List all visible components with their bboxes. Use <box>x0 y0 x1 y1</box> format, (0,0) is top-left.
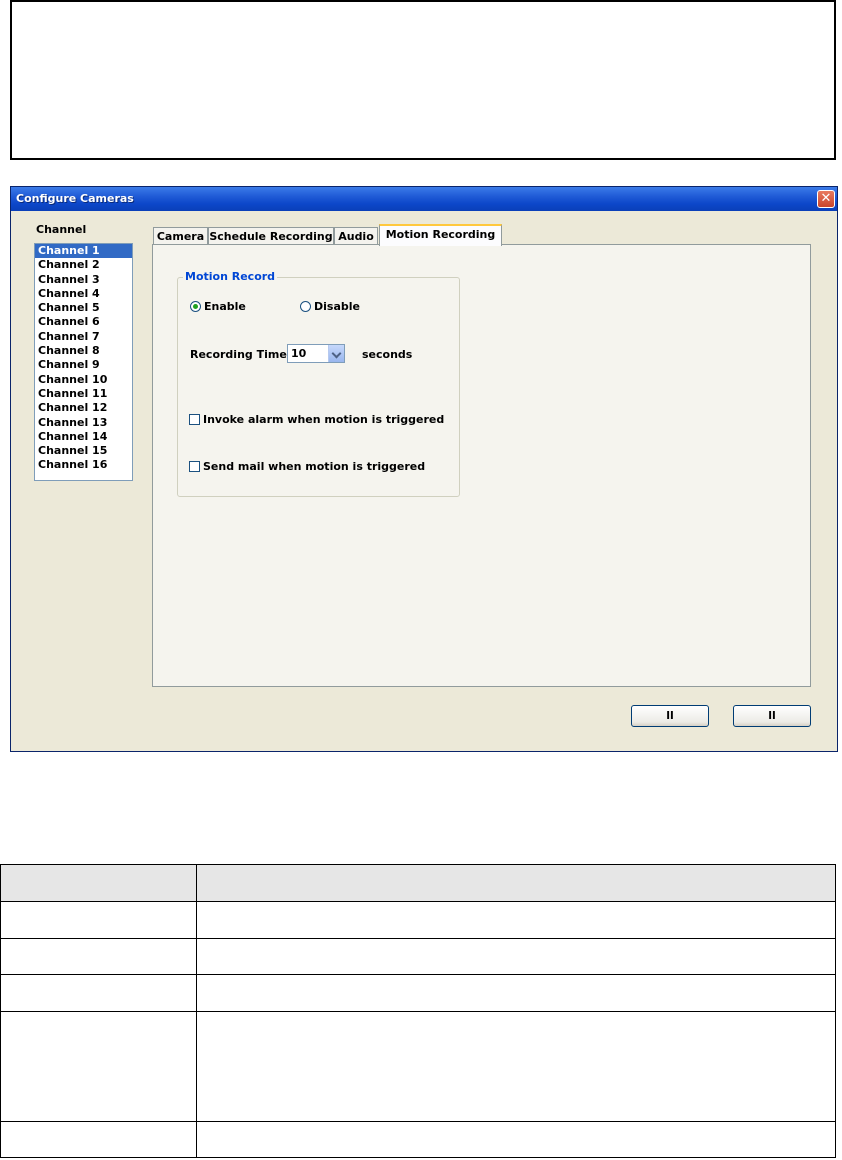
channel-item-2[interactable]: Channel 2 <box>35 258 132 272</box>
channel-item-16[interactable]: Channel 16 <box>35 458 132 472</box>
enable-radio[interactable]: Enable <box>190 300 246 313</box>
disable-label: Disable <box>314 300 360 313</box>
table-cell <box>0 938 197 975</box>
motion-recording-panel: Motion Record Enable Disable Recording T… <box>152 244 811 687</box>
send-mail-label: Send mail when motion is triggered <box>203 460 426 473</box>
tab-camera[interactable]: Camera <box>153 227 208 245</box>
radio-checked-icon <box>190 301 201 312</box>
table-row <box>0 1121 836 1158</box>
table-cell <box>196 1121 836 1158</box>
cancel-button[interactable]: ll <box>733 705 811 727</box>
table-row <box>0 901 836 939</box>
table-cell <box>0 1121 197 1158</box>
table-cell <box>0 864 197 902</box>
channel-item-6[interactable]: Channel 6 <box>35 315 132 329</box>
channel-item-3[interactable]: Channel 3 <box>35 273 132 287</box>
tab-motion-recording[interactable]: Motion Recording <box>379 224 502 246</box>
channel-item-10[interactable]: Channel 10 <box>35 373 132 387</box>
channel-item-7[interactable]: Channel 7 <box>35 330 132 344</box>
close-button[interactable]: ✕ <box>817 190 835 208</box>
motion-record-group: Motion Record Enable Disable Recording T… <box>177 270 460 497</box>
table-cell <box>196 1011 836 1122</box>
titlebar[interactable]: Configure Cameras ✕ <box>11 187 837 211</box>
close-icon: ✕ <box>820 191 832 206</box>
table-row <box>0 938 836 975</box>
table-header-row <box>0 864 836 902</box>
recording-time-label: Recording Time <box>190 348 287 361</box>
recording-time-value: 10 <box>291 347 307 360</box>
table-cell <box>0 1011 197 1122</box>
ok-button[interactable]: ll <box>631 705 709 727</box>
channel-list[interactable]: Channel 1 Channel 2 Channel 3 Channel 4 … <box>34 243 133 481</box>
table-cell <box>196 974 836 1012</box>
channel-item-12[interactable]: Channel 12 <box>35 401 132 415</box>
channel-item-4[interactable]: Channel 4 <box>35 287 132 301</box>
table-cell <box>196 938 836 975</box>
channel-item-9[interactable]: Channel 9 <box>35 358 132 372</box>
enable-label: Enable <box>204 300 246 313</box>
table-cell <box>0 974 197 1012</box>
tab-schedule-recording[interactable]: Schedule Recording <box>208 227 334 245</box>
dialog-title: Configure Cameras <box>16 192 134 205</box>
invoke-alarm-checkbox[interactable]: Invoke alarm when motion is triggered <box>189 413 444 426</box>
table-cell <box>0 901 197 939</box>
seconds-label: seconds <box>362 348 413 361</box>
send-mail-checkbox[interactable]: Send mail when motion is triggered <box>189 460 425 473</box>
table-cell <box>196 864 836 902</box>
description-table <box>0 864 836 1158</box>
channel-label: Channel <box>36 223 87 236</box>
checkbox-icon <box>189 461 200 472</box>
disable-radio[interactable]: Disable <box>300 300 360 313</box>
radio-unchecked-icon <box>300 301 311 312</box>
channel-item-1[interactable]: Channel 1 <box>35 244 132 259</box>
channel-item-13[interactable]: Channel 13 <box>35 416 132 430</box>
configure-cameras-dialog: Configure Cameras ✕ Channel Channel 1 Ch… <box>10 186 838 752</box>
channel-item-8[interactable]: Channel 8 <box>35 344 132 358</box>
channel-item-15[interactable]: Channel 15 <box>35 444 132 458</box>
recording-time-select[interactable]: 10 <box>287 344 345 363</box>
channel-item-14[interactable]: Channel 14 <box>35 430 132 444</box>
top-empty-frame <box>10 0 836 160</box>
motion-record-title: Motion Record <box>183 270 278 283</box>
invoke-alarm-label: Invoke alarm when motion is triggered <box>203 413 445 426</box>
channel-item-5[interactable]: Channel 5 <box>35 301 132 315</box>
table-row <box>0 974 836 1012</box>
chevron-down-icon[interactable] <box>328 345 344 362</box>
table-row <box>0 1011 836 1122</box>
channel-item-11[interactable]: Channel 11 <box>35 387 132 401</box>
checkbox-icon <box>189 414 200 425</box>
table-cell <box>196 901 836 939</box>
tab-audio[interactable]: Audio <box>334 227 378 245</box>
